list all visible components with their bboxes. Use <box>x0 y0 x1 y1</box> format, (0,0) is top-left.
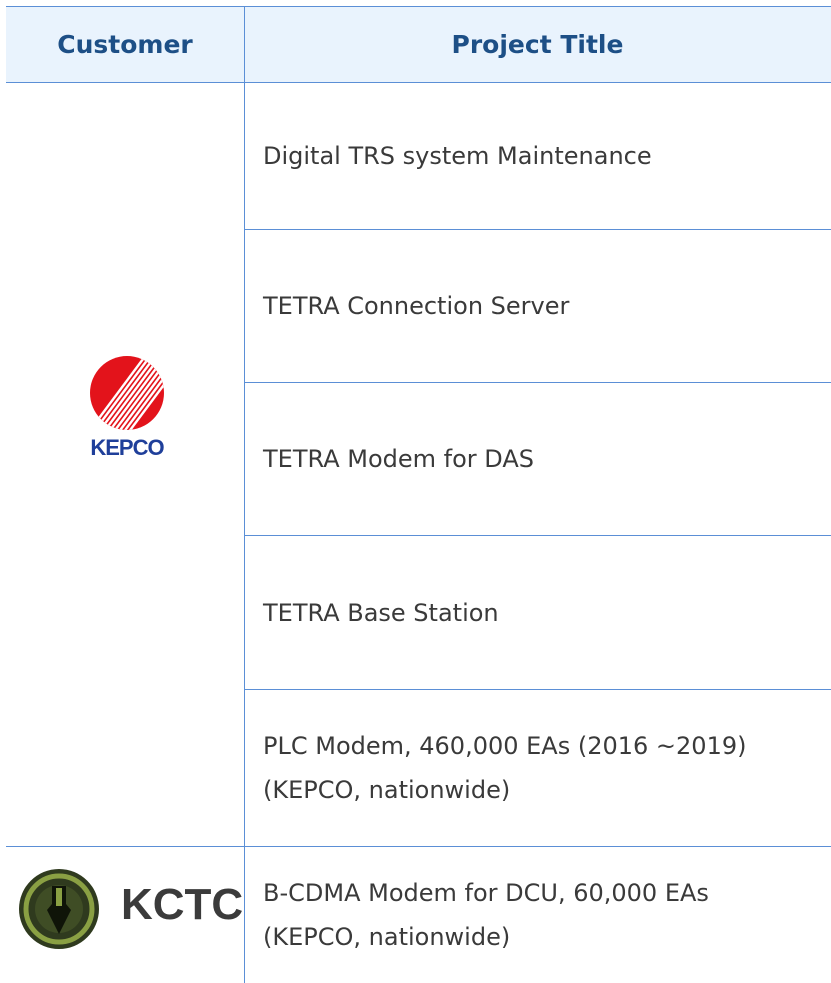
header-project-title: Project Title <box>451 29 624 59</box>
customer-project-table: Customer Project Title Digital TRS syste… <box>0 0 831 983</box>
column-divider <box>244 6 245 983</box>
project-title-cell-line2: (KEPCO, nationwide) <box>263 923 511 951</box>
kepco-logo: KEPCO <box>90 356 165 460</box>
table-row: TETRA Modem for DAS <box>263 383 823 535</box>
project-title-cell-line2: (KEPCO, nationwide) <box>263 776 511 804</box>
project-title-cell: PLC Modem, 460,000 EAs (2016 ~2019) <box>263 732 747 760</box>
project-title-cell: Digital TRS system Maintenance <box>263 142 652 170</box>
project-title-cell: TETRA Modem for DAS <box>263 445 534 473</box>
table-top-border <box>6 6 831 7</box>
project-title-cell: TETRA Base Station <box>263 598 499 627</box>
table-row: PLC Modem, 460,000 EAs (2016 ~2019) (KEP… <box>263 690 823 846</box>
project-title-cell: TETRA Connection Server <box>263 292 570 320</box>
table-row: B-CDMA Modem for DCU, 60,000 EAs (KEPCO,… <box>263 847 823 983</box>
table-row: TETRA Base Station <box>263 536 823 689</box>
table-row: TETRA Connection Server <box>263 230 823 382</box>
table-row: Digital TRS system Maintenance <box>263 83 823 229</box>
kctc-wordmark: KCTC <box>121 880 244 929</box>
project-title-cell: B-CDMA Modem for DCU, 60,000 EAs <box>263 879 709 907</box>
header-customer: Customer <box>57 29 193 59</box>
kepco-wordmark: KEPCO <box>90 435 164 460</box>
